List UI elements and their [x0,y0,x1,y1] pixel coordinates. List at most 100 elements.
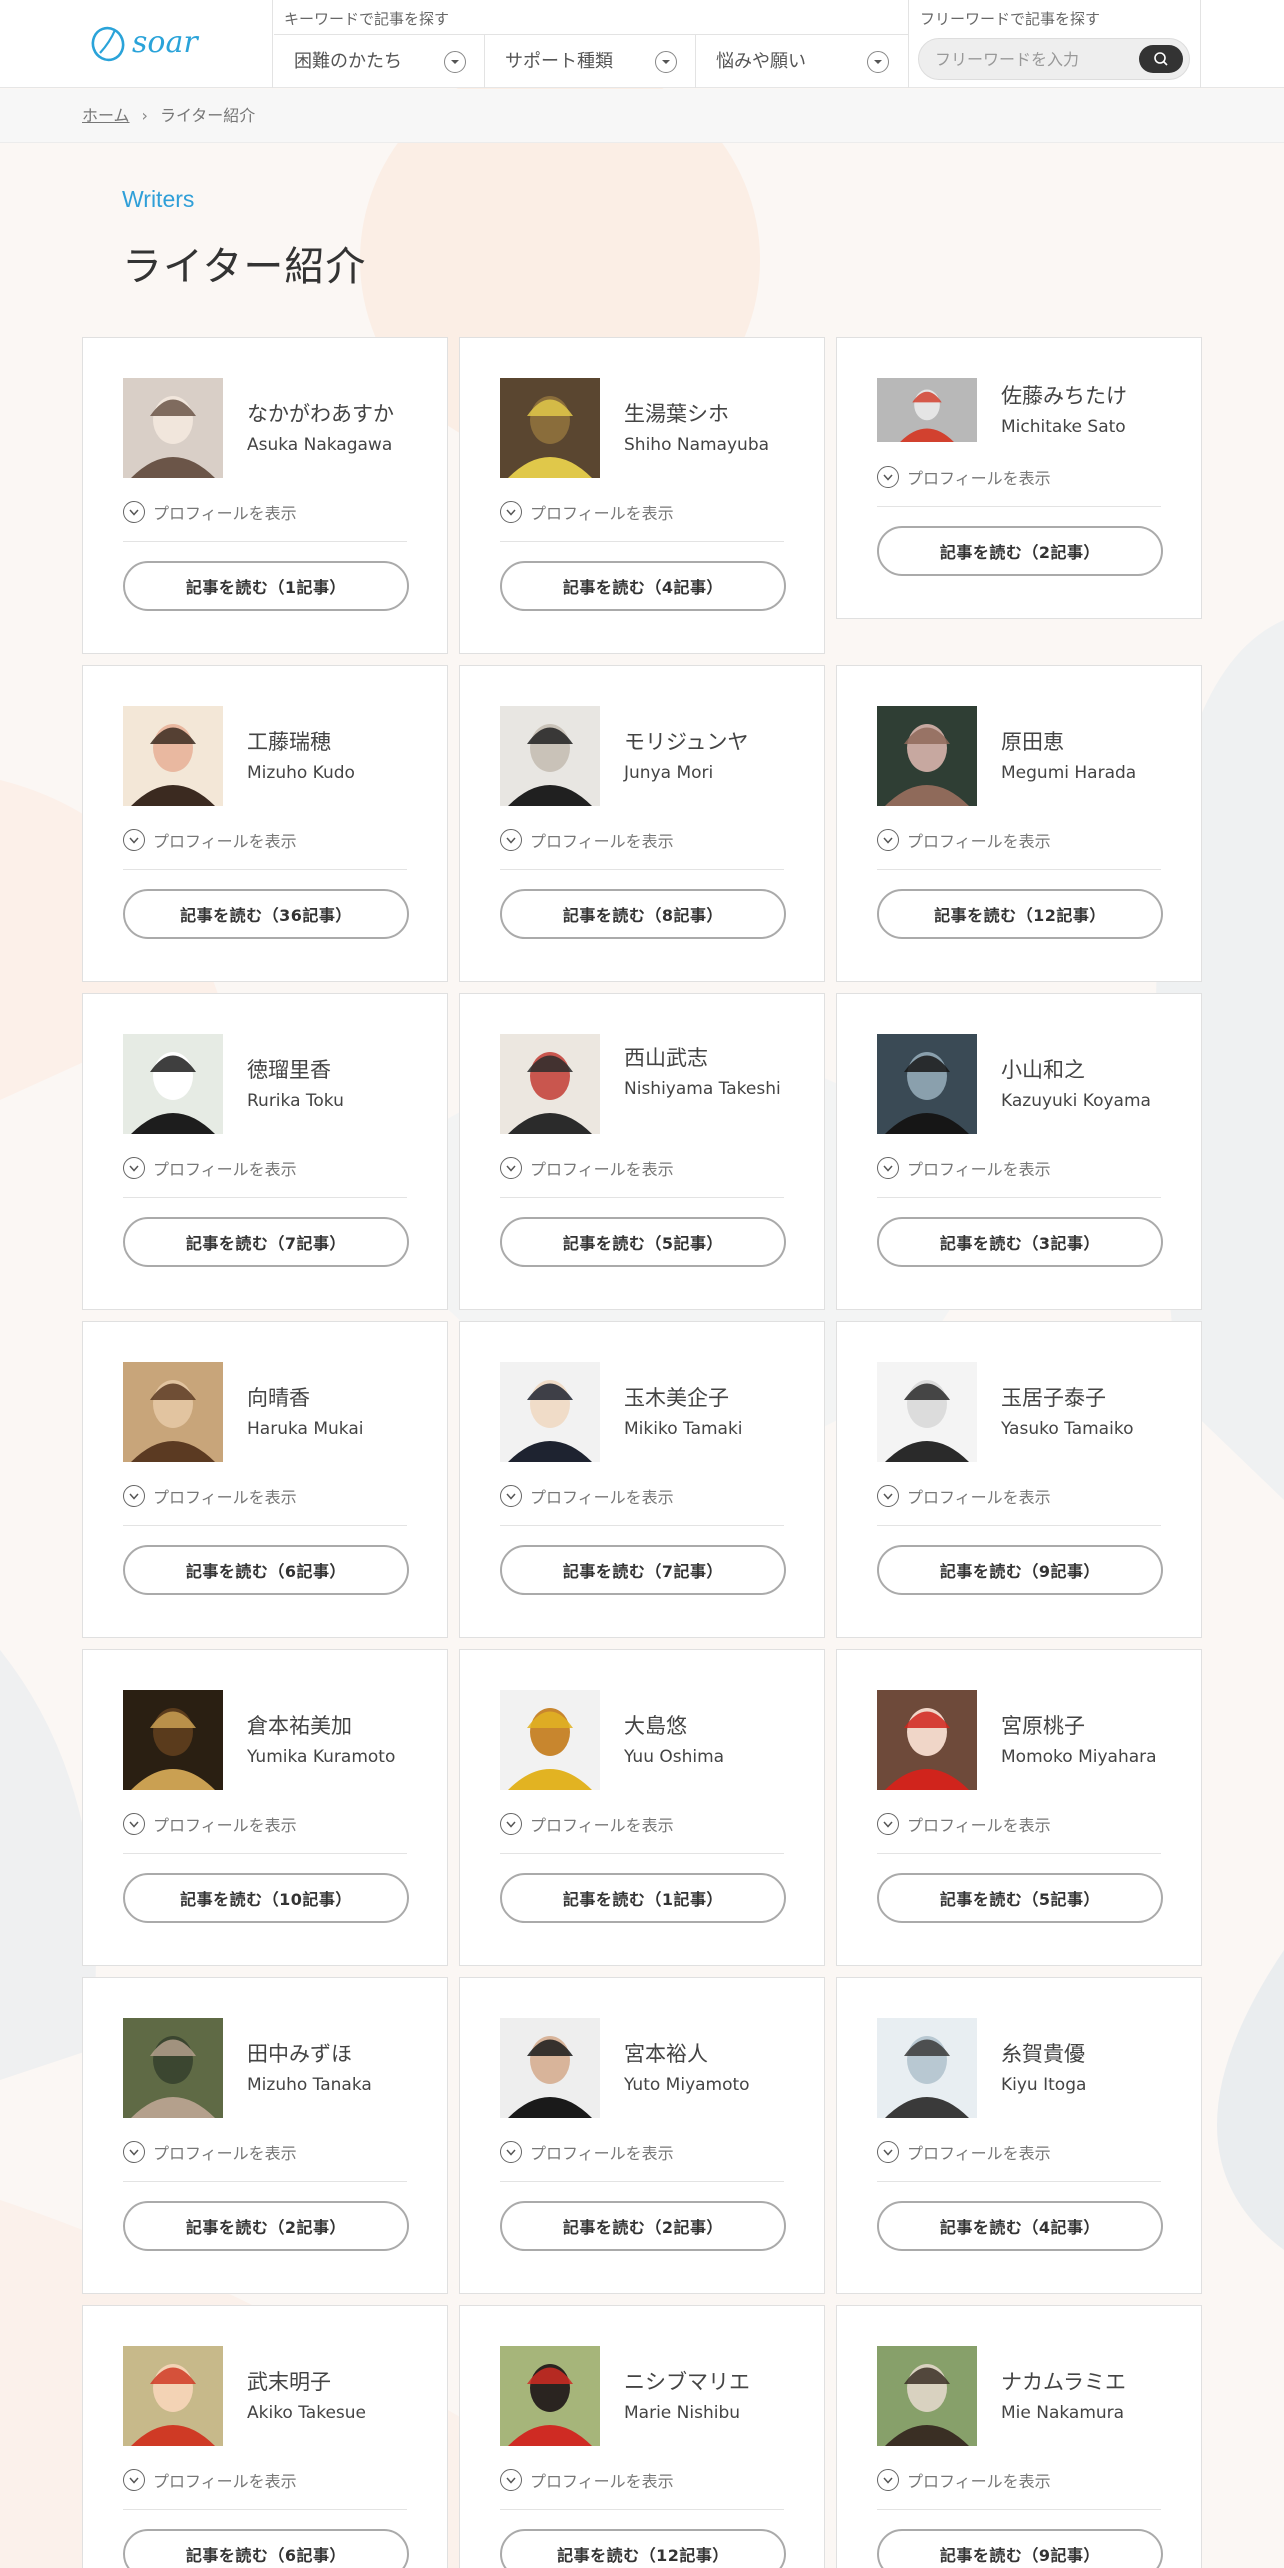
show-profile-toggle[interactable]: プロフィールを表示 [877,2468,1051,2492]
writer-name-jp[interactable]: 西山武志 [624,1044,794,1072]
read-articles-button[interactable]: 記事を読む（9記事） [877,1545,1163,1595]
writer-name-jp[interactable]: モリジュンヤ [624,728,794,756]
show-profile-toggle[interactable]: プロフィールを表示 [877,1812,1051,1836]
page-title: ライター紹介 [122,244,367,290]
writer-name-jp[interactable]: 原田恵 [1001,728,1171,756]
writer-name-jp[interactable]: 倉本祐美加 [247,1712,417,1740]
writer-name-jp[interactable]: 宮本裕人 [624,2040,794,2068]
soar-logo[interactable]: soar [88,20,244,68]
writer-photo[interactable] [500,1690,600,1790]
read-articles-button[interactable]: 記事を読む（4記事） [500,561,786,611]
read-articles-button[interactable]: 記事を読む（7記事） [123,1217,409,1267]
writer-photo[interactable] [877,378,977,442]
writer-photo[interactable] [123,2018,223,2118]
show-profile-toggle[interactable]: プロフィールを表示 [123,500,297,524]
writer-photo[interactable] [877,706,977,806]
read-articles-button[interactable]: 記事を読む（7記事） [500,1545,786,1595]
writer-name-jp[interactable]: ニシブマリエ [624,2368,794,2396]
writer-name-jp[interactable]: 玉居子泰子 [1001,1384,1171,1412]
read-articles-button[interactable]: 記事を読む（4記事） [877,2201,1163,2251]
show-profile-toggle[interactable]: プロフィールを表示 [500,1812,674,1836]
chevron-down-icon [867,51,889,73]
writer-name-en: Mizuho Tanaka [247,2075,372,2095]
show-profile-toggle[interactable]: プロフィールを表示 [877,465,1051,489]
read-articles-button[interactable]: 記事を読む（36記事） [123,889,409,939]
show-profile-toggle[interactable]: プロフィールを表示 [123,1156,297,1180]
writer-photo[interactable] [500,1034,600,1134]
read-articles-button[interactable]: 記事を読む（12記事） [877,889,1163,939]
search-button[interactable] [1139,45,1183,73]
writer-name-jp[interactable]: 徳瑠里香 [247,1056,417,1084]
writer-photo[interactable] [500,378,600,478]
select-support-type[interactable]: サポート種類 [485,35,696,88]
writer-photo[interactable] [877,2018,977,2118]
show-profile-toggle[interactable]: プロフィールを表示 [123,2140,297,2164]
chevron-down-icon [877,2469,899,2491]
writer-name-jp[interactable]: 工藤瑞穂 [247,728,417,756]
writer-photo[interactable] [877,1034,977,1134]
read-articles-button[interactable]: 記事を読む（1記事） [123,561,409,611]
show-profile-toggle[interactable]: プロフィールを表示 [877,2140,1051,2164]
writer-photo[interactable] [500,1362,600,1462]
select-difficulty[interactable]: 困難のかたち [274,35,485,88]
read-articles-button[interactable]: 記事を読む（2記事） [123,2201,409,2251]
writer-name-jp[interactable]: 向晴香 [247,1384,417,1412]
writer-name-jp[interactable]: 糸賀貴優 [1001,2040,1171,2068]
writer-photo[interactable] [123,378,223,478]
read-articles-button[interactable]: 記事を読む（5記事） [877,1873,1163,1923]
writer-photo[interactable] [123,706,223,806]
writer-names: 生湯葉シホ Shiho Namayuba [624,400,794,457]
show-profile-label: プロフィールを表示 [907,469,1051,488]
writer-photo[interactable] [877,2346,977,2446]
show-profile-toggle[interactable]: プロフィールを表示 [123,1812,297,1836]
writer-name-jp[interactable]: ナカムラミエ [1001,2368,1171,2396]
writer-name-jp[interactable]: 佐藤みちたけ [1001,382,1171,410]
read-articles-button[interactable]: 記事を読む（1記事） [500,1873,786,1923]
writer-name-jp[interactable]: 玉木美企子 [624,1384,794,1412]
read-articles-button[interactable]: 記事を読む（8記事） [500,889,786,939]
show-profile-toggle[interactable]: プロフィールを表示 [877,828,1051,852]
writer-photo[interactable] [123,1362,223,1462]
show-profile-toggle[interactable]: プロフィールを表示 [500,500,674,524]
breadcrumb-home-link[interactable]: ホーム [82,106,130,125]
show-profile-toggle[interactable]: プロフィールを表示 [877,1156,1051,1180]
read-articles-button[interactable]: 記事を読む（6記事） [123,1545,409,1595]
read-articles-button[interactable]: 記事を読む（2記事） [500,2201,786,2251]
writer-name-jp[interactable]: 宮原桃子 [1001,1712,1171,1740]
writer-photo[interactable] [500,2346,600,2446]
show-profile-toggle[interactable]: プロフィールを表示 [123,2468,297,2492]
read-articles-button[interactable]: 記事を読む（5記事） [500,1217,786,1267]
writer-photo[interactable] [877,1362,977,1462]
show-profile-toggle[interactable]: プロフィールを表示 [123,828,297,852]
show-profile-toggle[interactable]: プロフィールを表示 [500,2468,674,2492]
read-articles-button[interactable]: 記事を読む（2記事） [877,526,1163,576]
writer-photo[interactable] [123,1034,223,1134]
read-articles-button[interactable]: 記事を読む（3記事） [877,1217,1163,1267]
show-profile-toggle[interactable]: プロフィールを表示 [500,1156,674,1180]
writer-name-jp[interactable]: 武末明子 [247,2368,417,2396]
search-input[interactable] [935,39,1135,79]
writer-photo[interactable] [123,2346,223,2446]
read-articles-button[interactable]: 記事を読む（6記事） [123,2529,409,2568]
read-articles-button[interactable]: 記事を読む（12記事） [500,2529,786,2568]
writer-photo[interactable] [500,2018,600,2118]
show-profile-toggle[interactable]: プロフィールを表示 [500,2140,674,2164]
show-profile-toggle[interactable]: プロフィールを表示 [500,828,674,852]
writer-name-jp[interactable]: 田中みずほ [247,2040,417,2068]
writer-name-jp[interactable]: 大島悠 [624,1712,794,1740]
writer-names: 原田恵 Megumi Harada [1001,728,1171,785]
writer-photo[interactable] [500,706,600,806]
writer-names: 宮原桃子 Momoko Miyahara [1001,1712,1171,1769]
writer-name-jp[interactable]: 生湯葉シホ [624,400,794,428]
writer-name-jp[interactable]: 小山和之 [1001,1056,1171,1084]
show-profile-toggle[interactable]: プロフィールを表示 [123,1484,297,1508]
select-worries[interactable]: 悩みや願い [696,35,907,88]
writer-photo[interactable] [877,1690,977,1790]
writer-names: なかがわあすか Asuka Nakagawa [247,400,417,457]
show-profile-toggle[interactable]: プロフィールを表示 [500,1484,674,1508]
show-profile-toggle[interactable]: プロフィールを表示 [877,1484,1051,1508]
read-articles-button[interactable]: 記事を読む（9記事） [877,2529,1163,2568]
read-articles-button[interactable]: 記事を読む（10記事） [123,1873,409,1923]
writer-photo[interactable] [123,1690,223,1790]
writer-name-jp[interactable]: なかがわあすか [247,400,417,428]
